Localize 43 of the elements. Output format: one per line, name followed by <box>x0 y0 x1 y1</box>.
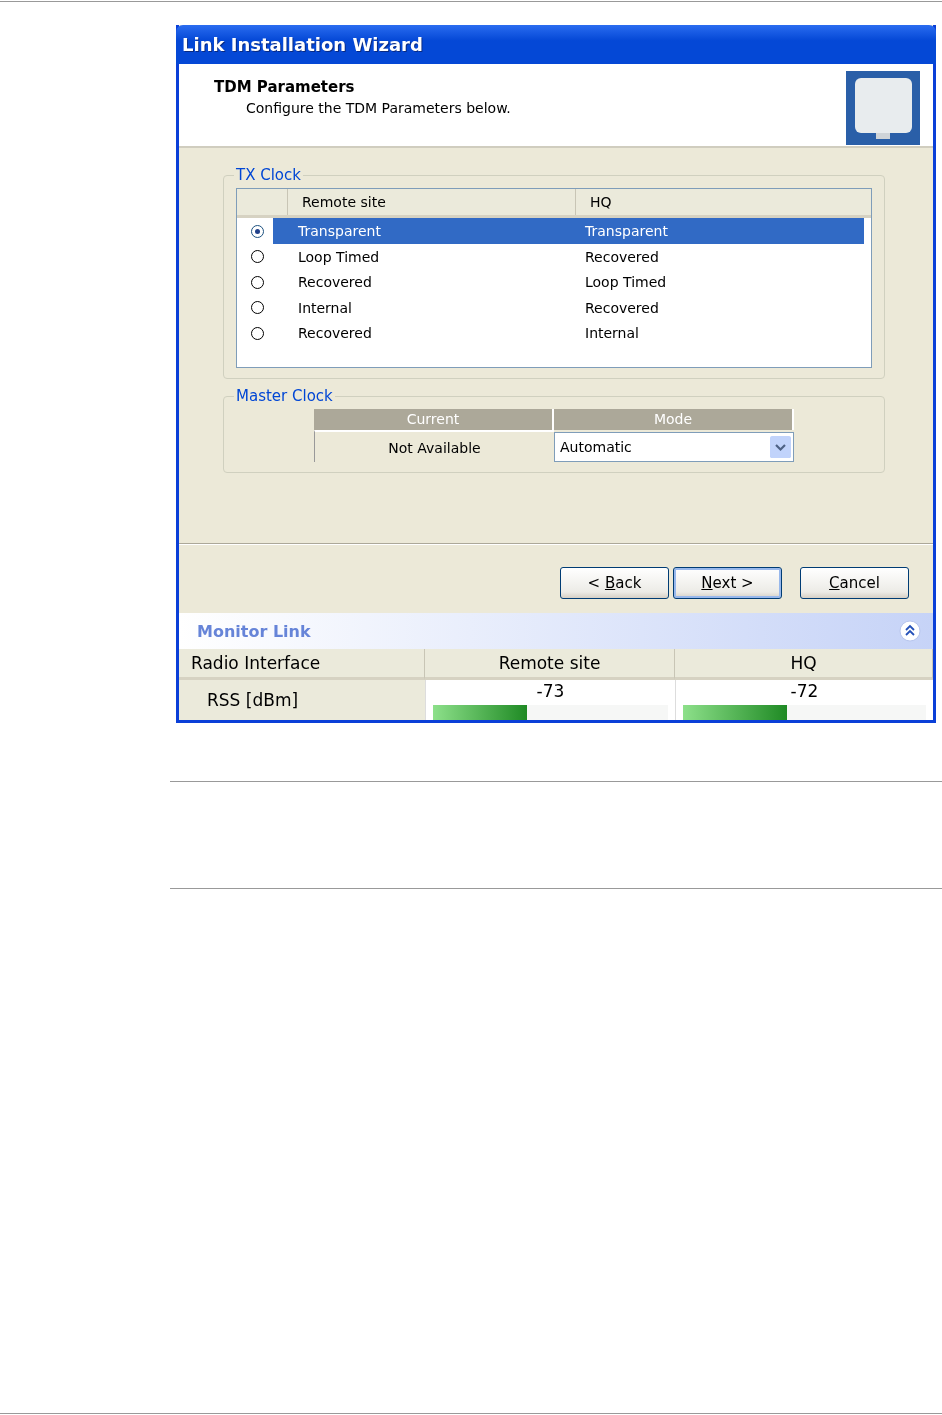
table-cell-text: Loop Timed <box>584 274 668 291</box>
signal-reading: -72 <box>789 680 820 702</box>
group-label: Master Clock <box>235 387 334 406</box>
column-header: Current <box>314 409 554 431</box>
radio-button[interactable] <box>251 224 264 238</box>
column-header: Mode <box>554 409 794 431</box>
table-cell-text: Internal <box>584 325 640 342</box>
radio-button[interactable] <box>251 275 264 289</box>
list-row[interactable]: Loop Timed Recovered <box>273 243 864 270</box>
list-row[interactable]: Recovered Loop Timed <box>273 269 864 295</box>
collapse-icon[interactable] <box>899 620 921 643</box>
page-subtitle: Configure the TDM Parameters below. <box>245 100 512 117</box>
page-title: TDM Parameters <box>214 78 356 97</box>
list-row[interactable]: Internal Recovered <box>273 294 864 321</box>
chevron-down-icon <box>770 436 791 459</box>
window-title: Link Installation Wizard <box>176 25 936 65</box>
table-cell-text: Recovered <box>297 274 373 291</box>
radio-button[interactable] <box>251 326 264 340</box>
wizard-button[interactable]: < Back <box>560 567 669 600</box>
signal-reading: -73 <box>535 680 566 702</box>
radio-button[interactable] <box>251 250 264 264</box>
antenna-icon <box>846 71 920 146</box>
table-cell-text: Internal <box>297 299 353 316</box>
column-header: HQ <box>675 649 933 680</box>
panel-title: Monitor Link <box>197 621 311 641</box>
column-header: Remote site <box>425 649 675 680</box>
radio-button[interactable] <box>251 301 264 315</box>
wizard-button[interactable]: Next > <box>673 567 782 600</box>
column-header: Radio Interface <box>179 649 425 680</box>
wizard-button[interactable]: Cancel <box>800 567 909 600</box>
table-cell-text: Loop Timed <box>297 248 381 265</box>
tx-clock-list[interactable]: Remote site HQ Transparent Transparent Loop Timed Recovered Recovered Loop Timed Internal Recovered Recovered Internal <box>236 188 872 369</box>
table-cell-text: Recovered <box>584 299 660 316</box>
table-cell-text: Recovered <box>584 248 660 265</box>
list-row[interactable]: Recovered Internal <box>273 320 864 346</box>
column-header[interactable]: Remote site <box>287 189 575 216</box>
table-cell-text: Transparent <box>584 223 669 240</box>
list-row[interactable]: Transparent Transparent <box>273 218 864 244</box>
table-cell-text: Transparent <box>297 223 382 240</box>
mode-dropdown[interactable]: Automatic <box>554 432 794 463</box>
table-cell-text: Recovered <box>297 325 373 342</box>
column-header[interactable]: HQ <box>575 189 871 216</box>
group-label: TX Clock <box>235 166 302 185</box>
